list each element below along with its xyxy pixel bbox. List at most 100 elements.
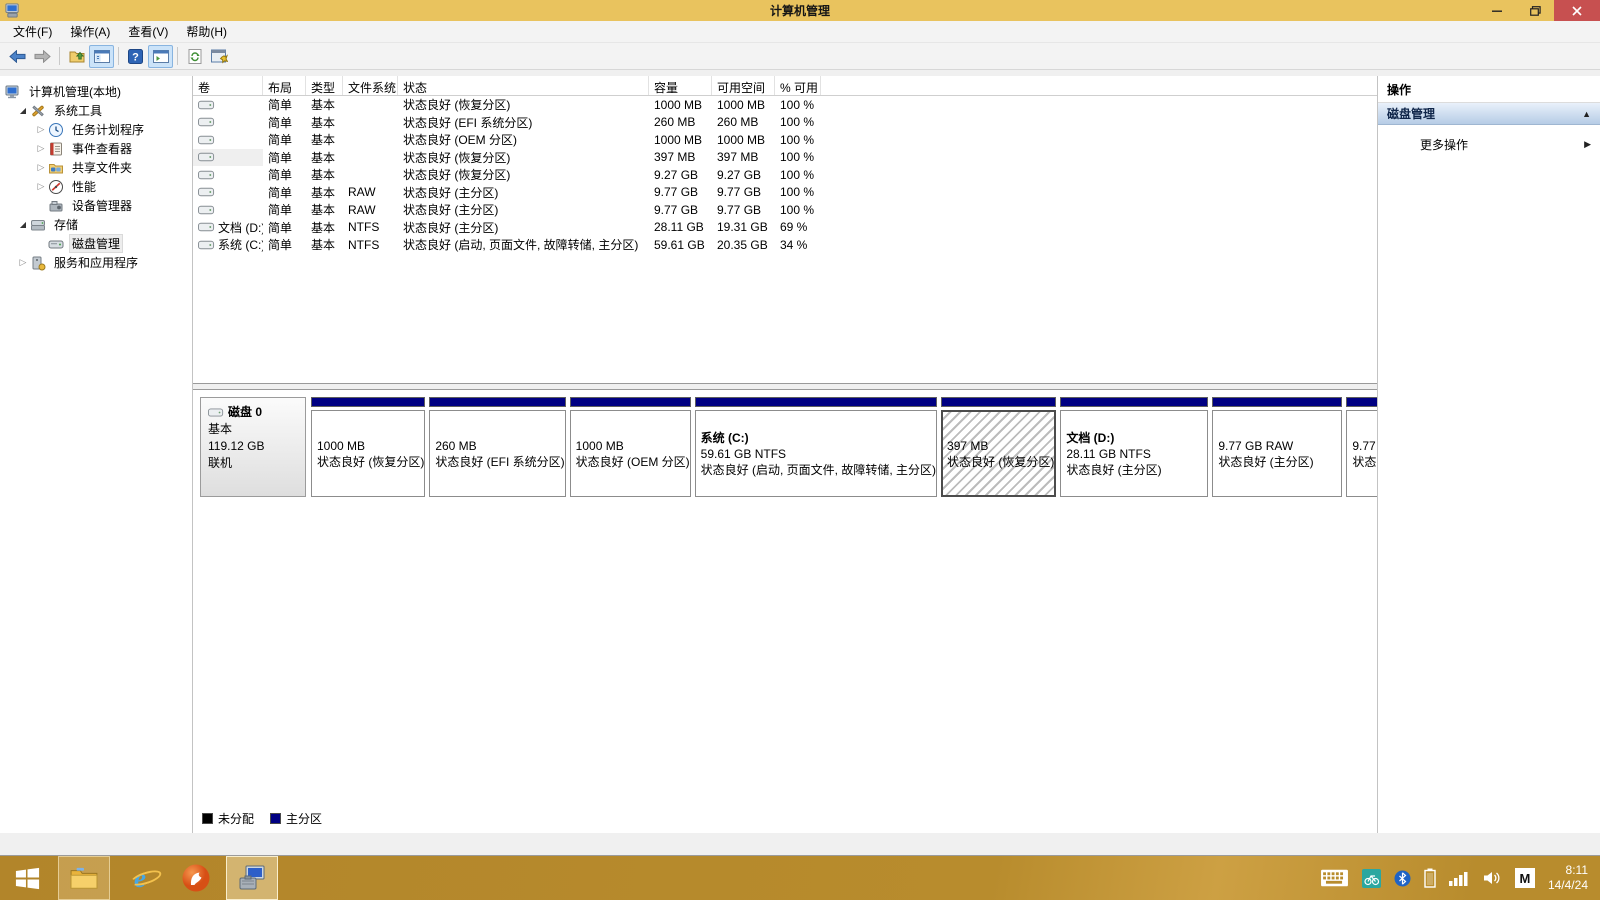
tree-item-storage[interactable]: ◢ 存储 — [0, 215, 192, 234]
event-viewer-icon — [48, 141, 64, 157]
volume-icon — [198, 186, 215, 198]
tree-item-performance[interactable]: ▷ 性能 — [0, 177, 192, 196]
show-console-tree-button[interactable] — [89, 44, 114, 68]
volume-row[interactable]: 简单 基本 RAW 状态良好 (主分区) 9.77 GB 9.77 GB 100… — [193, 184, 1377, 202]
cell-capacity: 28.11 GB — [654, 220, 704, 235]
partition-system-c[interactable]: 系统 (C:) 59.61 GB NTFS 状态良好 (启动, 页面文件, 故障转储… — [694, 397, 938, 497]
cell-status: 状态良好 (主分区) — [403, 220, 499, 235]
column-header-filesystem[interactable]: 文件系统 — [343, 76, 398, 95]
cell-capacity: 9.27 GB — [654, 167, 699, 182]
tree-item-label: 共享文件夹 — [72, 161, 133, 175]
disk-console-properties-button[interactable] — [207, 45, 232, 68]
partition-raw-977gb-2[interactable]: 9.77 GB RAW状态良好 (主分区) — [1346, 397, 1377, 497]
tree-item-computer-management[interactable]: 计算机管理(本地) — [0, 82, 192, 101]
cell-percent: 100 % — [780, 150, 815, 165]
column-header-free-space[interactable]: 可用空间 — [712, 76, 775, 95]
column-header-capacity[interactable]: 容量 — [649, 76, 712, 95]
cell-type: 基本 — [311, 238, 336, 253]
menu-help[interactable]: 帮助(H) — [177, 21, 236, 42]
cell-status: 状态良好 (EFI 系统分区) — [403, 115, 533, 130]
internet-explorer-taskbar-button[interactable]: e — [114, 856, 166, 900]
cell-layout: 简单 — [268, 220, 293, 235]
refresh-button[interactable] — [182, 45, 207, 68]
partition-recovery-397mb-selected[interactable]: 397 MB 状态良好 (恢复分区) — [941, 397, 1057, 497]
tree-item-services-applications[interactable]: ▷ 服务和应用程序 — [0, 253, 192, 272]
volume-row[interactable]: 简单 基本 状态良好 (恢复分区) 1000 MB 1000 MB 100 % — [193, 96, 1377, 114]
expanded-arrow-icon[interactable]: ◢ — [16, 106, 30, 115]
collapsed-arrow-icon[interactable]: ▷ — [34, 124, 48, 135]
ie-icon: e — [128, 864, 164, 892]
input-method-indicator[interactable]: M — [1514, 868, 1535, 888]
actions-title: 操作 — [1378, 76, 1600, 103]
volume-row[interactable]: 文档 (D:) 简单 基本 NTFS 状态良好 (主分区) 28.11 GB 1… — [193, 219, 1377, 237]
volume-row[interactable]: 简单 基本 状态良好 (EFI 系统分区) 260 MB 260 MB 100 … — [193, 114, 1377, 132]
disk-management-icon — [48, 236, 64, 252]
tree-item-label: 任务计划程序 — [72, 123, 145, 137]
menu-file[interactable]: 文件(F) — [4, 21, 61, 42]
taskbar-clock[interactable]: 8:11 14/4/24 — [1548, 863, 1588, 893]
network-signal-icon[interactable] — [1448, 870, 1470, 886]
disk-0-info[interactable]: 磁盘 0 基本 119.12 GB 联机 — [200, 397, 306, 497]
tree-item-shared-folders[interactable]: ▷ 共享文件夹 — [0, 158, 192, 177]
expanded-arrow-icon[interactable]: ◢ — [16, 220, 30, 229]
collapsed-arrow-icon[interactable]: ▷ — [34, 143, 48, 154]
show-action-pane-button[interactable] — [148, 44, 173, 68]
touch-keyboard-icon[interactable] — [1320, 869, 1349, 887]
forward-button[interactable] — [30, 45, 55, 68]
volume-row[interactable]: 简单 基本 RAW 状态良好 (主分区) 9.77 GB 9.77 GB 100… — [193, 201, 1377, 219]
back-button[interactable] — [5, 45, 30, 68]
export-list-button[interactable] — [64, 45, 89, 68]
teal-app-tray-icon[interactable] — [1361, 868, 1381, 888]
computer-management-taskbar-button[interactable] — [226, 856, 278, 900]
disk-size: 119.12 GB — [208, 439, 265, 453]
partition-status: 状态良好 (主分区) — [1352, 454, 1377, 469]
battery-icon[interactable] — [1424, 868, 1436, 888]
partition-status: 状态良好 (OEM 分区) — [575, 454, 690, 469]
tree-item-disk-management[interactable]: 磁盘管理 — [0, 234, 192, 253]
actions-section-disk-management[interactable]: 磁盘管理 ▲ — [1378, 103, 1600, 125]
column-header-percent-free[interactable]: % 可用 — [775, 76, 821, 95]
column-header-volume[interactable]: 卷 — [193, 76, 263, 95]
collapse-up-icon[interactable]: ▲ — [1582, 109, 1591, 119]
volume-row[interactable]: 简单 基本 状态良好 (恢复分区) 9.27 GB 9.27 GB 100 % — [193, 166, 1377, 184]
cell-layout: 简单 — [268, 203, 293, 218]
help-button[interactable]: ? — [123, 45, 148, 68]
collapsed-arrow-icon[interactable]: ▷ — [34, 181, 48, 192]
more-actions-item[interactable]: 更多操作 ▶ — [1378, 134, 1600, 154]
volume-row-selected[interactable]: 简单 基本 状态良好 (恢复分区) 397 MB 397 MB 100 % — [193, 148, 1377, 167]
partition-recovery-1000mb[interactable]: 1000 MB 状态良好 (恢复分区) — [311, 397, 426, 497]
horse-browser-taskbar-button[interactable] — [170, 856, 222, 900]
volume-row[interactable]: 简单 基本 状态良好 (OEM 分区) 1000 MB 1000 MB 100 … — [193, 131, 1377, 149]
minimize-button[interactable] — [1478, 0, 1516, 21]
column-header-type[interactable]: 类型 — [306, 76, 343, 95]
cell-fs — [343, 131, 398, 149]
restore-button[interactable] — [1516, 0, 1554, 21]
volume-row[interactable]: 系统 (C:) 简单 基本 NTFS 状态良好 (启动, 页面文件, 故障转储,… — [193, 236, 1377, 254]
tree-item-task-scheduler[interactable]: ▷ 任务计划程序 — [0, 120, 192, 139]
partition-oem-1000mb[interactable]: 1000 MB 状态良好 (OEM 分区) — [569, 397, 691, 497]
cell-fs — [343, 149, 398, 167]
menu-action[interactable]: 操作(A) — [61, 21, 119, 42]
volume-list-panel: 卷 布局 类型 文件系统 状态 容量 可用空间 % 可用 简单 基本 状态良好 … — [193, 76, 1377, 384]
tree-item-device-manager[interactable]: 设备管理器 — [0, 196, 192, 215]
start-button[interactable] — [0, 856, 54, 900]
column-header-status[interactable]: 状态 — [398, 76, 649, 95]
primary-partition-swatch — [270, 813, 282, 824]
volume-speaker-icon[interactable] — [1483, 870, 1502, 886]
bluetooth-icon[interactable] — [1394, 870, 1411, 887]
tree-item-system-tools[interactable]: ◢ 系统工具 — [0, 101, 192, 120]
column-header-layout[interactable]: 布局 — [263, 76, 306, 95]
primary-partition-band — [311, 397, 426, 407]
collapsed-arrow-icon[interactable]: ▷ — [34, 162, 48, 173]
actions-section-label: 磁盘管理 — [1387, 107, 1436, 121]
partition-docs-d[interactable]: 文档 (D:) 28.11 GB NTFS 状态良好 (主分区) — [1060, 397, 1209, 497]
partition-raw-977gb-1[interactable]: 9.77 GB RAW 状态良好 (主分区) — [1212, 397, 1343, 497]
titlebar: 计算机管理 — [0, 0, 1600, 21]
partition-efi-260mb[interactable]: 260 MB 状态良好 (EFI 系统分区) — [429, 397, 566, 497]
menu-view[interactable]: 查看(V) — [119, 21, 177, 42]
primary-partition-band — [569, 397, 691, 407]
tree-item-event-viewer[interactable]: ▷ 事件查看器 — [0, 139, 192, 158]
close-button[interactable] — [1554, 0, 1600, 21]
collapsed-arrow-icon[interactable]: ▷ — [16, 257, 30, 268]
file-explorer-taskbar-button[interactable] — [58, 856, 110, 900]
